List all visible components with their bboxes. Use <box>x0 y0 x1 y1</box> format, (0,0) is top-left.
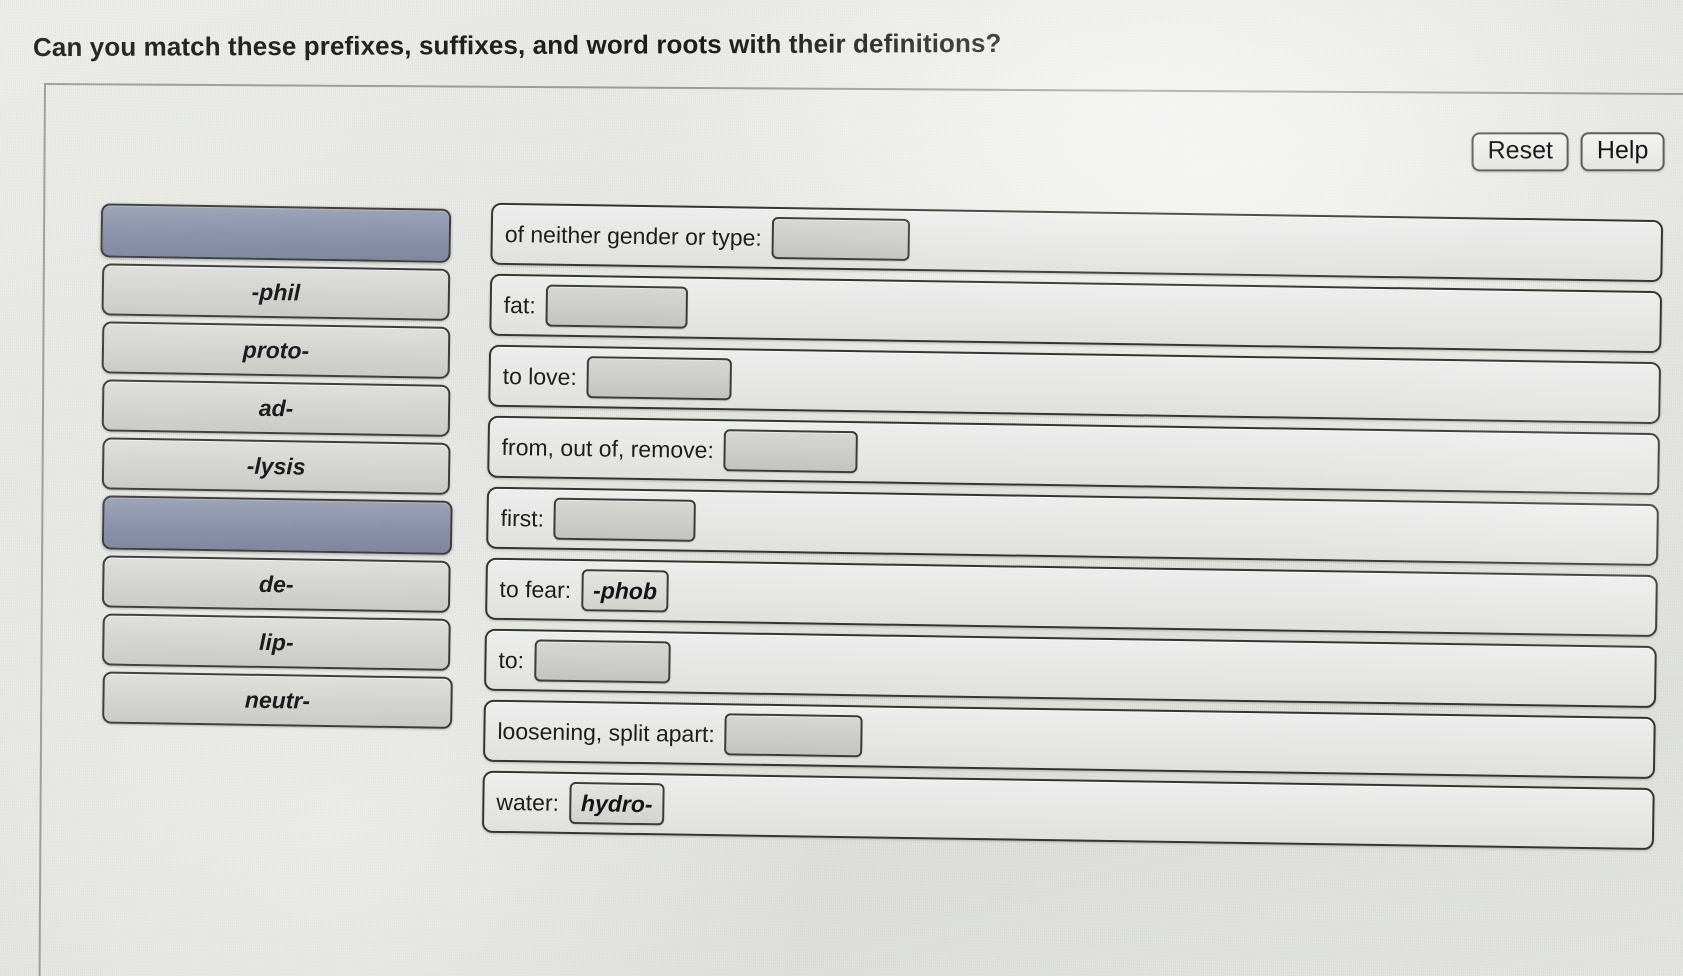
tile-empty-slot[interactable] <box>100 203 452 263</box>
definition-row: of neither gender or type: <box>490 202 1664 283</box>
tile-label: proto- <box>242 336 310 364</box>
definition-label: to fear: <box>499 575 572 603</box>
definition-row: water: hydro- <box>481 770 1655 851</box>
tile-label: neutr- <box>244 686 311 714</box>
answer-slot-empty[interactable] <box>723 429 859 474</box>
answer-slot-empty[interactable] <box>553 497 697 542</box>
definition-label: fat: <box>503 291 536 318</box>
answer-text: hydro- <box>580 789 653 817</box>
definition-row: to fear: -phob <box>485 557 1658 638</box>
definition-row: to: <box>484 628 1657 709</box>
answer-slot-empty[interactable] <box>586 356 733 401</box>
tile-label: -phil <box>251 278 301 305</box>
tile-phil[interactable]: -phil <box>101 263 451 321</box>
definition-row: from, out of, remove: <box>487 415 1660 496</box>
definition-label: from, out of, remove: <box>501 433 715 463</box>
definition-row: to love: <box>488 344 1662 425</box>
reset-button[interactable]: Reset <box>1471 132 1570 172</box>
definition-label: of neither gender or type: <box>504 220 762 251</box>
definition-label: loosening, split apart: <box>497 717 715 747</box>
answer-slot-empty[interactable] <box>533 639 671 684</box>
definition-label: water: <box>496 788 560 816</box>
answer-slot-filled[interactable]: -phob <box>580 569 670 613</box>
tile-lip[interactable]: lip- <box>102 613 451 671</box>
tile-neutr[interactable]: neutr- <box>102 671 453 729</box>
page-title: Can you match these prefixes, suffixes, … <box>32 27 1002 63</box>
tile-bank: -phil proto-ad- -lysis de-lip-neutr- <box>93 203 453 734</box>
quiz-toolbar: Reset Help <box>1471 132 1665 172</box>
tile-ad[interactable]: ad- <box>101 379 451 437</box>
tile-proto[interactable]: proto- <box>101 321 451 379</box>
tile-empty-slot[interactable] <box>101 495 453 555</box>
answer-slot-empty[interactable] <box>545 284 689 329</box>
tile-de[interactable]: de- <box>101 555 451 613</box>
help-button[interactable]: Help <box>1581 132 1665 172</box>
definition-label: to: <box>498 646 525 673</box>
tile-label: ad- <box>258 394 294 421</box>
tile-label: lip- <box>258 628 294 655</box>
tile-label: -lysis <box>246 452 306 480</box>
definition-label: first: <box>500 504 545 532</box>
definition-row: fat: <box>489 273 1663 354</box>
tile-lysis[interactable]: -lysis <box>101 437 451 495</box>
answer-slot-filled[interactable]: hydro- <box>568 781 665 826</box>
answer-slot-empty[interactable] <box>771 216 911 261</box>
definition-row: first: <box>486 486 1659 567</box>
quiz-page: Can you match these prefixes, suffixes, … <box>0 0 1683 976</box>
definition-label: to love: <box>502 362 578 390</box>
definition-list: of neither gender or type: fat: to love: fr… <box>481 202 1664 859</box>
tile-label: de- <box>258 570 294 597</box>
answer-text: -phob <box>592 576 658 604</box>
quiz-panel: Reset Help -phil proto-ad- -lysis de-lip-ne… <box>38 83 1683 976</box>
answer-slot-empty[interactable] <box>724 713 864 758</box>
definition-row: loosening, split apart: <box>482 699 1656 780</box>
